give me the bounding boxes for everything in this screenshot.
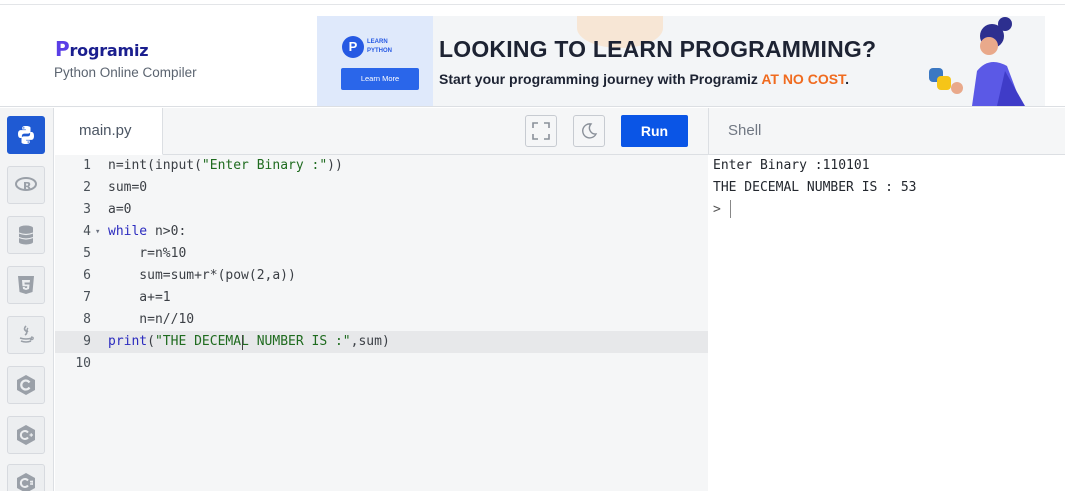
r-language-icon[interactable]: R bbox=[7, 166, 45, 204]
shell-line: THE DECEMAL NUMBER IS : 53 bbox=[713, 180, 917, 195]
shell-output[interactable]: Enter Binary :110101 THE DECEMAL NUMBER … bbox=[709, 155, 1065, 491]
learn-more-button[interactable]: Learn More bbox=[341, 68, 419, 90]
code-editor[interactable]: 1 n=int(input("Enter Binary :")) 2 sum=0… bbox=[55, 155, 708, 491]
python-icon[interactable] bbox=[7, 116, 45, 154]
code-text: while n>0: bbox=[108, 224, 187, 239]
language-rail: R bbox=[0, 108, 54, 491]
code-line[interactable]: 10 bbox=[55, 353, 708, 375]
code-text: r=n%10 bbox=[108, 246, 187, 261]
shell-title: Shell bbox=[728, 122, 762, 139]
code-line[interactable]: 1 n=int(input("Enter Binary :")) bbox=[55, 155, 708, 177]
code-line[interactable]: 6 sum=sum+r*(pow(2,a)) bbox=[55, 265, 708, 287]
code-text: sum=0 bbox=[108, 180, 148, 195]
text-cursor bbox=[242, 335, 243, 350]
shell-cursor bbox=[730, 200, 731, 218]
ad-left-panel: P LEARN PYTHON Learn More bbox=[317, 16, 433, 106]
fullscreen-icon[interactable] bbox=[525, 115, 557, 147]
cpp-icon[interactable] bbox=[7, 416, 45, 454]
ad-banner[interactable]: P LEARN PYTHON Learn More LOOKING TO LEA… bbox=[317, 16, 1045, 106]
svg-text:R: R bbox=[23, 180, 32, 193]
code-text: a=0 bbox=[108, 202, 132, 217]
shell-header: Shell bbox=[708, 108, 1065, 155]
code-text: print("THE DECEMAL NUMBER IS :",sum) bbox=[108, 334, 390, 349]
editor-toolbar: main.py Run bbox=[55, 108, 708, 155]
code-line-active[interactable]: 9 print("THE DECEMAL NUMBER IS :",sum) bbox=[55, 331, 708, 353]
html5-icon[interactable] bbox=[7, 266, 45, 304]
code-text: n=n//10 bbox=[108, 312, 195, 327]
shell-line: Enter Binary :110101 bbox=[713, 158, 870, 173]
ad-badge-label: LEARN PYTHON bbox=[367, 39, 393, 54]
dark-mode-icon[interactable] bbox=[573, 115, 605, 147]
c-language-icon[interactable] bbox=[7, 366, 45, 404]
ad-headline: LOOKING TO LEARN PROGRAMMING? bbox=[439, 36, 877, 62]
code-line[interactable]: 7 a+=1 bbox=[55, 287, 708, 309]
ad-subtext: Start your programming journey with Prog… bbox=[439, 71, 849, 87]
code-line[interactable]: 3 a=0 bbox=[55, 199, 708, 221]
shell-prompt: > bbox=[713, 202, 721, 217]
site-header: Programiz Python Online Compiler P LEARN… bbox=[0, 5, 1065, 107]
python-badge-icon: P bbox=[342, 36, 364, 58]
fold-arrow-icon[interactable]: ▾ bbox=[95, 221, 100, 243]
ad-illustration-icon bbox=[929, 17, 1025, 106]
code-text: a+=1 bbox=[108, 290, 171, 305]
tab-main-py[interactable]: main.py bbox=[55, 108, 163, 155]
code-text: sum=sum+r*(pow(2,a)) bbox=[108, 268, 296, 283]
csharp-icon[interactable] bbox=[7, 464, 45, 491]
database-icon[interactable] bbox=[7, 216, 45, 254]
page-subtitle: Python Online Compiler bbox=[54, 65, 197, 80]
java-icon[interactable] bbox=[7, 316, 45, 354]
code-text: n=int(input("Enter Binary :")) bbox=[108, 158, 343, 173]
programiz-logo[interactable]: Programiz bbox=[55, 37, 149, 61]
run-button[interactable]: Run bbox=[621, 115, 688, 147]
code-line[interactable]: 8 n=n//10 bbox=[55, 309, 708, 331]
code-line[interactable]: 5 r=n%10 bbox=[55, 243, 708, 265]
code-line[interactable]: 2 sum=0 bbox=[55, 177, 708, 199]
code-line[interactable]: 4 ▾ while n>0: bbox=[55, 221, 708, 243]
